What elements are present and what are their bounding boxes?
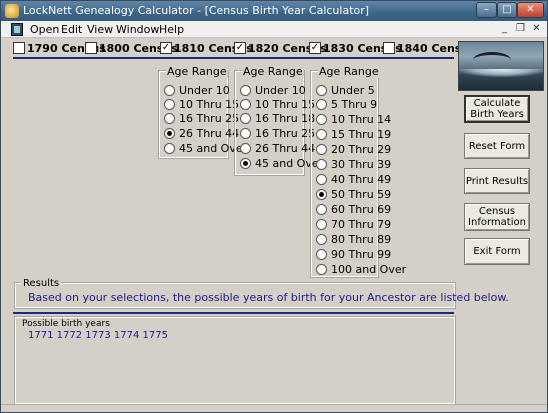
census-1790-checkbox[interactable] — [13, 42, 25, 54]
window-title: LockNett Genealogy Calculator - [Census … — [23, 4, 370, 17]
possible-birth-years-list: 1771 1772 1773 1774 1775 — [28, 330, 168, 341]
serpent-silhouette — [473, 52, 511, 68]
app-window: LockNett Genealogy Calculator - [Census … — [0, 0, 548, 413]
menu-view[interactable]: View — [87, 23, 113, 36]
age-option-label: 10 Thru 15 — [179, 98, 240, 111]
radio-button[interactable] — [164, 143, 175, 154]
wave-splash — [459, 69, 543, 77]
age-option-label: 50 Thru 59 — [331, 188, 392, 201]
age-option-label: 80 Thru 89 — [331, 233, 392, 246]
radio-button[interactable] — [316, 234, 327, 245]
radio-button[interactable] — [316, 85, 327, 96]
minimize-button[interactable]: – — [476, 2, 497, 18]
divider — [13, 312, 454, 314]
age-range-title: Age Range — [166, 65, 228, 78]
menu-window[interactable]: Window — [116, 23, 159, 36]
results-message: Based on your selections, the possible y… — [28, 291, 509, 304]
app-icon — [5, 4, 19, 18]
mdi-restore-button[interactable]: ❐ — [513, 23, 528, 36]
title-bar[interactable]: LockNett Genealogy Calculator - [Census … — [1, 1, 547, 21]
age-option-label: 26 Thru 44 — [255, 142, 316, 155]
print-results-button[interactable]: Print Results — [464, 168, 530, 194]
radio-button[interactable] — [316, 204, 327, 215]
exit-form-button[interactable]: Exit Form — [464, 238, 530, 265]
radio-button[interactable] — [164, 85, 175, 96]
radio-button[interactable] — [316, 264, 327, 275]
status-bar — [1, 404, 547, 412]
radio-button[interactable] — [164, 128, 175, 139]
radio-button[interactable] — [240, 113, 251, 124]
census-1800-checkbox[interactable] — [85, 42, 97, 54]
age-option-label: 26 Thru 44 — [179, 127, 240, 140]
radio-button[interactable] — [240, 128, 251, 139]
radio-button[interactable] — [164, 99, 175, 110]
divider — [13, 57, 454, 59]
mdi-minimize-button[interactable]: _ — [497, 23, 512, 36]
menu-open[interactable]: Open — [30, 23, 59, 36]
radio-button[interactable] — [316, 159, 327, 170]
age-option-label: 30 Thru 39 — [331, 158, 392, 171]
radio-button[interactable] — [240, 99, 251, 110]
age-option-label: Under 10 — [179, 84, 230, 97]
radio-button[interactable] — [316, 129, 327, 140]
radio-button[interactable] — [316, 249, 327, 260]
age-range-group-2: Age Range Under 10 10 Thru 15 16 Thru 18… — [234, 65, 323, 176]
age-range-title: Age Range — [242, 65, 304, 78]
reset-form-button[interactable]: Reset Form — [464, 133, 530, 159]
census-1840-checkbox[interactable] — [383, 42, 395, 54]
results-title: Results — [21, 278, 62, 289]
age-option-label: 20 Thru 29 — [331, 143, 392, 156]
census-selector: 1790 Census 1800 Census ✓ 1810 Census ✓ … — [1, 39, 476, 57]
age-option-label: 70 Thru 79 — [331, 218, 392, 231]
possible-birth-years-title: Possible birth years — [22, 319, 110, 329]
census-1820-checkbox[interactable]: ✓ — [234, 42, 246, 54]
age-option-label: 40 Thru 49 — [331, 173, 392, 186]
calculate-birth-years-button[interactable]: Calculate Birth Years — [464, 95, 530, 123]
age-option-label: 10 Thru 14 — [331, 113, 392, 126]
radio-button[interactable] — [316, 189, 327, 200]
radio-button[interactable] — [240, 158, 251, 169]
radio-button[interactable] — [316, 99, 327, 110]
radio-button[interactable] — [164, 113, 175, 124]
census-1830-checkbox[interactable]: ✓ — [309, 42, 321, 54]
age-option-label: 16 Thru 18 — [255, 112, 316, 125]
age-option-label: 16 Thru 25 — [179, 112, 240, 125]
age-option-label: 16 Thru 25 — [255, 127, 316, 140]
radio-button[interactable] — [316, 144, 327, 155]
radio-button[interactable] — [240, 143, 251, 154]
maximize-button[interactable]: □ — [497, 2, 517, 18]
age-option-label: 5 Thru 9 — [331, 98, 378, 111]
radio-button[interactable] — [240, 85, 251, 96]
menu-bar: Open Edit View Window Help _ ❐ ✕ — [1, 21, 547, 38]
age-option-label: Under 10 — [255, 84, 306, 97]
age-option-label: Under 5 — [331, 84, 375, 97]
age-option-label: 15 Thru 19 — [331, 128, 392, 141]
menu-edit[interactable]: Edit — [61, 23, 82, 36]
census-information-button[interactable]: Census Information — [464, 203, 530, 231]
age-range-title: Age Range — [318, 65, 380, 78]
radio-button[interactable] — [316, 219, 327, 230]
menu-help[interactable]: Help — [159, 23, 184, 36]
radio-button[interactable] — [316, 114, 327, 125]
radio-button[interactable] — [316, 174, 327, 185]
age-range-group-3: Age Range Under 5 5 Thru 9 10 Thru 14 15… — [310, 65, 406, 278]
sea-serpent-image — [458, 41, 544, 91]
age-option-label: 100 and Over — [331, 263, 407, 276]
age-option-label: 10 Thru 15 — [255, 98, 316, 111]
age-option-label: 90 Thru 99 — [331, 248, 392, 261]
age-range-group-1: Age Range Under 10 10 Thru 15 16 Thru 25… — [158, 65, 247, 159]
census-1810-checkbox[interactable]: ✓ — [160, 42, 172, 54]
age-option-label: 60 Thru 69 — [331, 203, 392, 216]
mdi-close-button[interactable]: ✕ — [529, 23, 544, 36]
close-button[interactable]: ✕ — [517, 2, 544, 18]
document-icon[interactable] — [11, 23, 23, 36]
